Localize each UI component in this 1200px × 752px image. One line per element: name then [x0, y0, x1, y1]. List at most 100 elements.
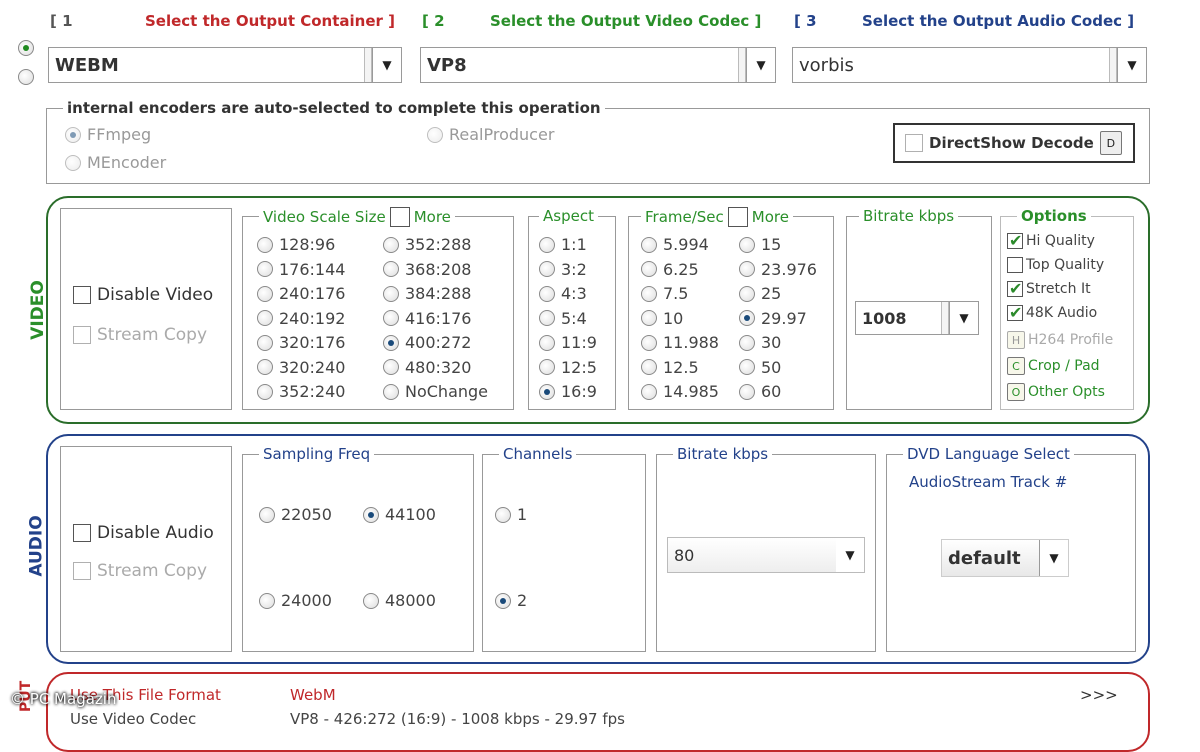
fps-option[interactable]: 10 — [641, 309, 683, 328]
scale-size-radio[interactable] — [383, 359, 399, 375]
ffmpeg-radio[interactable] — [65, 126, 81, 143]
fps-option[interactable]: 23.976 — [739, 260, 817, 279]
chevron-down-icon[interactable]: ▼ — [949, 302, 978, 334]
aspect-radio[interactable] — [539, 236, 555, 253]
scale-size-radio[interactable] — [257, 359, 273, 375]
aspect-radio[interactable] — [539, 261, 555, 277]
aspect-radio[interactable] — [539, 359, 555, 375]
scale-size-radio[interactable] — [257, 236, 273, 253]
scale-size-option[interactable]: 128:96 — [257, 235, 335, 254]
aspect-option[interactable]: 16:9 — [539, 382, 597, 401]
channel-2-option[interactable]: 2 — [495, 591, 527, 610]
hi-quality-option[interactable]: Hi Quality — [1007, 231, 1095, 250]
scale-size-option[interactable]: 416:176 — [383, 309, 471, 328]
fps-option[interactable]: 15 — [739, 235, 781, 254]
ffmpeg-option[interactable]: FFmpeg — [65, 125, 151, 144]
video-codec-select[interactable]: VP8 ▼ — [420, 47, 776, 83]
freq-48000-option[interactable]: 48000 — [363, 591, 436, 610]
video-stream-copy-checkbox[interactable] — [73, 326, 91, 344]
scale-size-option[interactable]: 384:288 — [383, 284, 471, 303]
scale-size-option[interactable]: 480:320 — [383, 358, 471, 377]
channel-2-radio[interactable] — [495, 592, 511, 609]
realproducer-radio[interactable] — [427, 126, 443, 143]
chevron-down-icon[interactable]: ▼ — [836, 538, 864, 572]
fps-option[interactable]: 25 — [739, 284, 781, 303]
fps-radio[interactable] — [641, 261, 657, 277]
radio-mode-2[interactable] — [18, 66, 34, 85]
freq-24000-option[interactable]: 24000 — [259, 591, 332, 610]
fps-radio[interactable] — [739, 334, 755, 351]
channel-1-radio[interactable] — [495, 506, 511, 523]
scale-size-radio[interactable] — [257, 383, 273, 400]
fps-option[interactable]: 50 — [739, 358, 781, 377]
dvd-track-select[interactable]: default ▼ — [941, 539, 1069, 577]
video-stream-copy-option[interactable]: Stream Copy — [73, 325, 207, 345]
fps-radio[interactable] — [641, 236, 657, 253]
scale-size-option[interactable]: 352:288 — [383, 235, 471, 254]
fps-radio[interactable] — [739, 236, 755, 253]
audio-stream-copy-checkbox[interactable] — [73, 562, 91, 580]
fps-radio[interactable] — [739, 383, 755, 400]
fps-more-checkbox[interactable] — [727, 207, 748, 227]
mencoder-option[interactable]: MEncoder — [65, 153, 166, 172]
aspect-option[interactable]: 5:4 — [539, 309, 587, 328]
directshow-box[interactable]: DirectShow Decode D — [893, 123, 1135, 163]
aspect-radio[interactable] — [539, 383, 555, 400]
output-more-button[interactable]: >>> — [1080, 686, 1118, 704]
fps-radio[interactable] — [641, 383, 657, 400]
scale-size-option[interactable]: 320:240 — [257, 358, 345, 377]
scale-size-radio[interactable] — [383, 334, 399, 351]
fps-option[interactable]: 30 — [739, 333, 781, 352]
freq-22050-radio[interactable] — [259, 506, 275, 523]
scale-size-option[interactable]: 240:176 — [257, 284, 345, 303]
fps-radio[interactable] — [641, 285, 657, 302]
fps-option[interactable]: 29.97 — [739, 309, 807, 328]
h264-profile-button[interactable]: H — [1007, 331, 1025, 349]
fps-option[interactable]: 14.985 — [641, 382, 719, 401]
freq-48000-radio[interactable] — [363, 592, 379, 609]
fps-option[interactable]: 6.25 — [641, 260, 699, 279]
freq-24000-radio[interactable] — [259, 592, 275, 609]
scale-size-option[interactable]: 176:144 — [257, 260, 345, 279]
fps-option[interactable]: 5.994 — [641, 235, 709, 254]
directshow-button[interactable]: D — [1099, 131, 1122, 155]
aspect-option[interactable]: 11:9 — [539, 333, 597, 352]
fps-radio[interactable] — [739, 359, 755, 375]
aspect-option[interactable]: 1:1 — [539, 235, 587, 254]
scale-size-radio[interactable] — [383, 383, 399, 400]
hi-quality-checkbox[interactable] — [1007, 231, 1023, 250]
channel-1-option[interactable]: 1 — [495, 505, 527, 524]
audio-stream-copy-option[interactable]: Stream Copy — [73, 561, 207, 581]
scale-size-option[interactable]: 368:208 — [383, 260, 471, 279]
fps-radio[interactable] — [641, 310, 657, 326]
48k-audio-checkbox[interactable] — [1007, 303, 1023, 322]
scale-size-radio[interactable] — [383, 285, 399, 302]
fps-option[interactable]: 11.988 — [641, 333, 719, 352]
scale-size-option[interactable]: 320:176 — [257, 333, 345, 352]
aspect-radio[interactable] — [539, 310, 555, 326]
chevron-down-icon[interactable]: ▼ — [1039, 540, 1068, 576]
fps-option[interactable]: 60 — [739, 382, 781, 401]
disable-audio-checkbox[interactable] — [73, 524, 91, 542]
fps-radio[interactable] — [739, 261, 755, 277]
stretch-checkbox[interactable] — [1007, 279, 1023, 298]
fps-option[interactable]: 7.5 — [641, 284, 688, 303]
chevron-down-icon[interactable]: ▼ — [372, 48, 401, 82]
realproducer-option[interactable]: RealProducer — [427, 125, 554, 144]
aspect-option[interactable]: 3:2 — [539, 260, 587, 279]
scale-size-option[interactable]: 400:272 — [383, 333, 471, 352]
other-opts-option[interactable]: O Other Opts — [1007, 383, 1105, 401]
freq-44100-option[interactable]: 44100 — [363, 505, 436, 524]
audio-bitrate-select[interactable]: 80 ▼ — [667, 537, 865, 573]
fps-option[interactable]: 12.5 — [641, 358, 699, 377]
crop-pad-button[interactable]: C — [1007, 357, 1025, 375]
freq-44100-radio[interactable] — [363, 506, 379, 523]
scale-size-radio[interactable] — [257, 334, 273, 351]
scale-size-radio[interactable] — [383, 261, 399, 277]
stretch-option[interactable]: Stretch It — [1007, 279, 1091, 298]
mencoder-radio[interactable] — [65, 154, 81, 171]
scale-size-radio[interactable] — [383, 310, 399, 326]
fps-radio[interactable] — [641, 359, 657, 375]
directshow-checkbox[interactable] — [905, 134, 923, 152]
scale-more-checkbox[interactable] — [389, 207, 410, 227]
